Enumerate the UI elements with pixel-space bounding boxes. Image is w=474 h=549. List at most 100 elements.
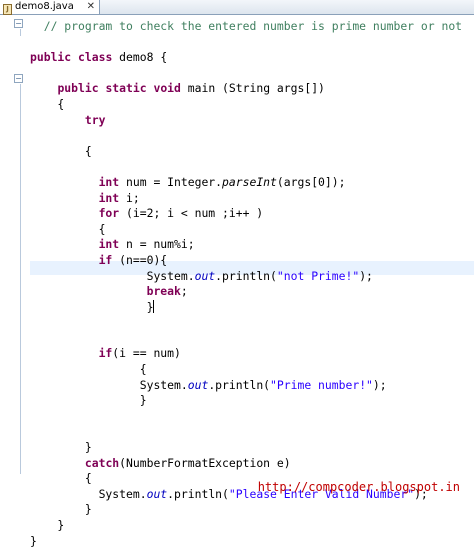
code-token: { — [30, 96, 65, 111]
text-caret — [153, 299, 155, 313]
code-token: "Prime number!" — [270, 377, 373, 392]
code-token: (i=2; i < num ;i++ ) — [119, 206, 264, 221]
fold-toggle-main-icon[interactable]: − — [14, 74, 23, 83]
code-token: } — [30, 518, 65, 532]
code-line: break; — [30, 284, 462, 300]
code-token: out — [194, 268, 216, 283]
code-line: try — [30, 113, 462, 129]
java-file-icon: J — [3, 4, 12, 15]
code-token: public — [30, 50, 72, 65]
code-token: if — [98, 252, 113, 267]
watermark-url: http://compcoder.blogspot.in — [257, 480, 460, 494]
code-line: if(i == num) — [30, 346, 462, 362]
code-token: catch — [84, 455, 120, 470]
code-line: public static void main (String args[]) — [30, 81, 462, 97]
fold-guide — [20, 29, 21, 36]
code-line: System.out.println("Prime number!"); — [30, 378, 462, 394]
code-token: System. — [30, 268, 195, 283]
code-token: parseInt — [222, 174, 277, 189]
code-line: public class demo8 { — [30, 50, 462, 66]
code-token: (n==0){ — [112, 252, 168, 267]
code-line: } — [30, 534, 462, 549]
code-token: } — [30, 393, 147, 408]
code-line: int i; — [30, 191, 462, 207]
code-token: } — [30, 533, 37, 548]
code-line: for (i=2; i < num ;i++ ) — [30, 206, 462, 222]
code-token: static — [105, 81, 147, 96]
tab-title: demo8.java — [15, 1, 74, 12]
code-token: class — [78, 50, 113, 65]
code-line: if (n==0){ — [30, 253, 462, 269]
code-editor[interactable]: // program to check the entered number i… — [30, 19, 462, 549]
code-token: { — [30, 471, 92, 486]
code-token: if — [98, 346, 113, 361]
code-line: int n = num%i; — [30, 237, 462, 253]
code-token: int — [98, 174, 120, 189]
code-line: { — [30, 97, 462, 113]
code-line: { — [30, 362, 462, 378]
code-token: break — [146, 284, 181, 299]
code-token: System. — [30, 486, 147, 501]
code-token: System. — [30, 377, 188, 392]
code-token: out — [187, 377, 209, 392]
code-token: ; — [180, 284, 188, 299]
close-icon[interactable]: ✕ — [87, 0, 95, 14]
code-token: (NumberFormatException e) — [119, 455, 291, 470]
code-token: num = Integer. — [119, 174, 223, 189]
tab-demo8-java[interactable]: Jdemo8.java ✕ — [0, 0, 100, 15]
code-line: } — [30, 518, 462, 534]
editor-gutter — [0, 15, 14, 505]
code-token: try — [84, 112, 106, 127]
code-token: { — [30, 221, 106, 236]
code-token: int — [98, 237, 120, 252]
code-token: int — [98, 190, 120, 205]
code-line: } — [30, 440, 462, 456]
fold-toggle-comment-icon[interactable]: − — [14, 19, 23, 28]
code-token: .println( — [215, 268, 277, 283]
code-token: (args[0]); — [276, 174, 346, 189]
code-line: { — [30, 144, 462, 160]
code-token: void — [153, 81, 181, 96]
code-token: (i == num) — [112, 346, 181, 361]
code-token: i; — [119, 190, 140, 205]
editor-tab-bar: Jdemo8.java ✕ — [0, 0, 474, 15]
code-token: ); — [359, 268, 373, 283]
code-token: for — [98, 206, 120, 221]
code-token: ); — [372, 377, 387, 392]
code-token: demo8 { — [112, 50, 168, 65]
code-token: "not Prime!" — [276, 268, 360, 283]
code-token: { — [30, 143, 92, 158]
code-line: // program to check the entered number i… — [30, 19, 462, 35]
fold-guide — [20, 84, 21, 474]
code-line: System.out.println("not Prime!"); — [30, 269, 462, 285]
code-token: // program to check the entered number i… — [30, 19, 463, 33]
code-token: .println( — [208, 377, 271, 392]
code-token: n = num%i; — [119, 237, 195, 252]
code-token: } — [30, 299, 154, 314]
code-token: public — [57, 81, 99, 96]
code-line: int num = Integer.parseInt(args[0]); — [30, 175, 462, 191]
code-line: { — [30, 222, 462, 238]
code-line: catch(NumberFormatException e) — [30, 456, 462, 472]
code-token: .println( — [167, 486, 229, 501]
code-token: } — [30, 440, 92, 455]
